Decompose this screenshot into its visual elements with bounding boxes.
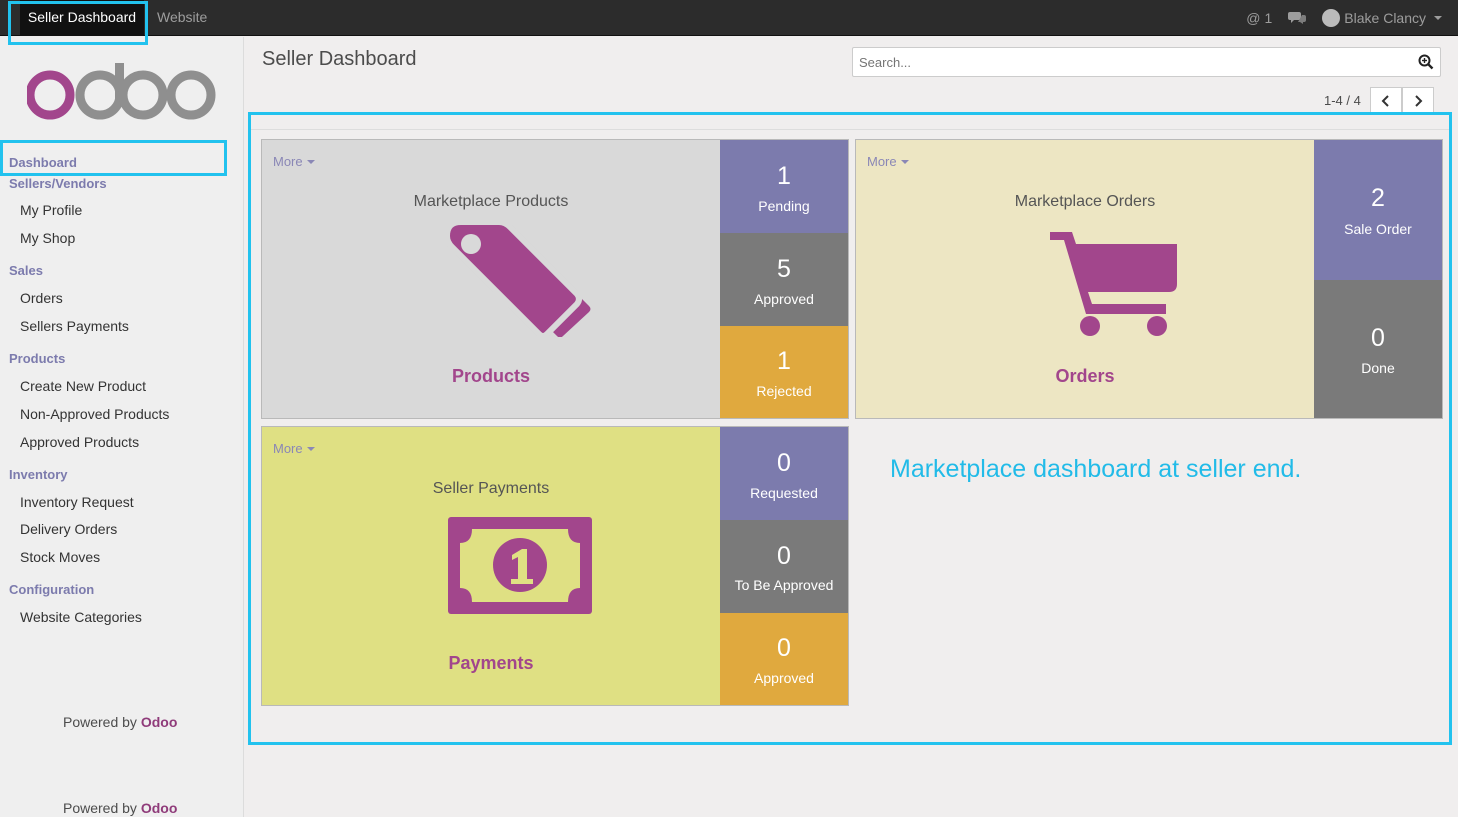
chevron-right-icon (1415, 94, 1423, 107)
menu-inventory[interactable]: Inventory (9, 467, 68, 482)
menu-configuration[interactable]: Configuration (9, 582, 94, 597)
powered-by: Powered by Odoo (63, 714, 177, 730)
menu-item-website-categories[interactable]: Website Categories (20, 609, 142, 625)
menu-item-inventory-request[interactable]: Inventory Request (20, 494, 134, 510)
menu-item-orders[interactable]: Orders (20, 290, 63, 306)
mentions-count: 1 (1264, 10, 1273, 26)
menu-item-sellers-payments[interactable]: Sellers Payments (20, 318, 129, 334)
menu-item-my-profile[interactable]: My Profile (20, 202, 82, 218)
menu-sellers-vendors[interactable]: Sellers/Vendors (9, 176, 107, 191)
powered-by-label: Powered by (63, 800, 137, 816)
pager-value: 1-4 / 4 (1324, 93, 1361, 108)
highlight-box (8, 1, 148, 45)
menu-products[interactable]: Products (9, 351, 65, 366)
mentions-indicator[interactable]: @ 1 (1246, 10, 1272, 26)
user-name: Blake Clancy (1344, 10, 1426, 26)
pager-next-button[interactable] (1402, 87, 1434, 114)
menu-sales[interactable]: Sales (9, 263, 43, 278)
chevron-down-icon (1434, 16, 1442, 20)
highlight-box (248, 112, 1452, 745)
search-icon[interactable] (1418, 54, 1434, 70)
menu-item-stock-moves[interactable]: Stock Moves (20, 549, 100, 565)
menu-item-delivery-orders[interactable]: Delivery Orders (20, 521, 117, 537)
menu-item-approved-products[interactable]: Approved Products (20, 434, 139, 450)
app-website[interactable]: Website (157, 0, 207, 36)
highlight-box (0, 140, 227, 176)
powered-by-footer: Powered by Odoo (63, 800, 177, 816)
logo-icon (25, 63, 216, 120)
odoo-logo[interactable] (25, 60, 217, 131)
chat-icon[interactable] (1288, 11, 1307, 25)
top-navbar: Seller Dashboard Website @ 1 Blake Clanc… (0, 0, 1458, 36)
powered-by-link[interactable]: Odoo (141, 714, 178, 730)
powered-by-link[interactable]: Odoo (141, 800, 178, 816)
at-icon: @ (1246, 10, 1261, 26)
menu-item-create-new-product[interactable]: Create New Product (20, 378, 146, 394)
user-menu[interactable]: Blake Clancy (1322, 9, 1442, 27)
chevron-left-icon (1381, 94, 1389, 107)
menu-item-my-shop[interactable]: My Shop (20, 230, 75, 246)
search-box (852, 47, 1441, 77)
page-title: Seller Dashboard (262, 48, 417, 70)
search-input[interactable] (859, 49, 1399, 75)
menu-item-non-approved-products[interactable]: Non-Approved Products (20, 406, 169, 422)
powered-by-label: Powered by (63, 714, 137, 730)
pager-previous-button[interactable] (1370, 87, 1402, 114)
avatar (1322, 9, 1341, 27)
